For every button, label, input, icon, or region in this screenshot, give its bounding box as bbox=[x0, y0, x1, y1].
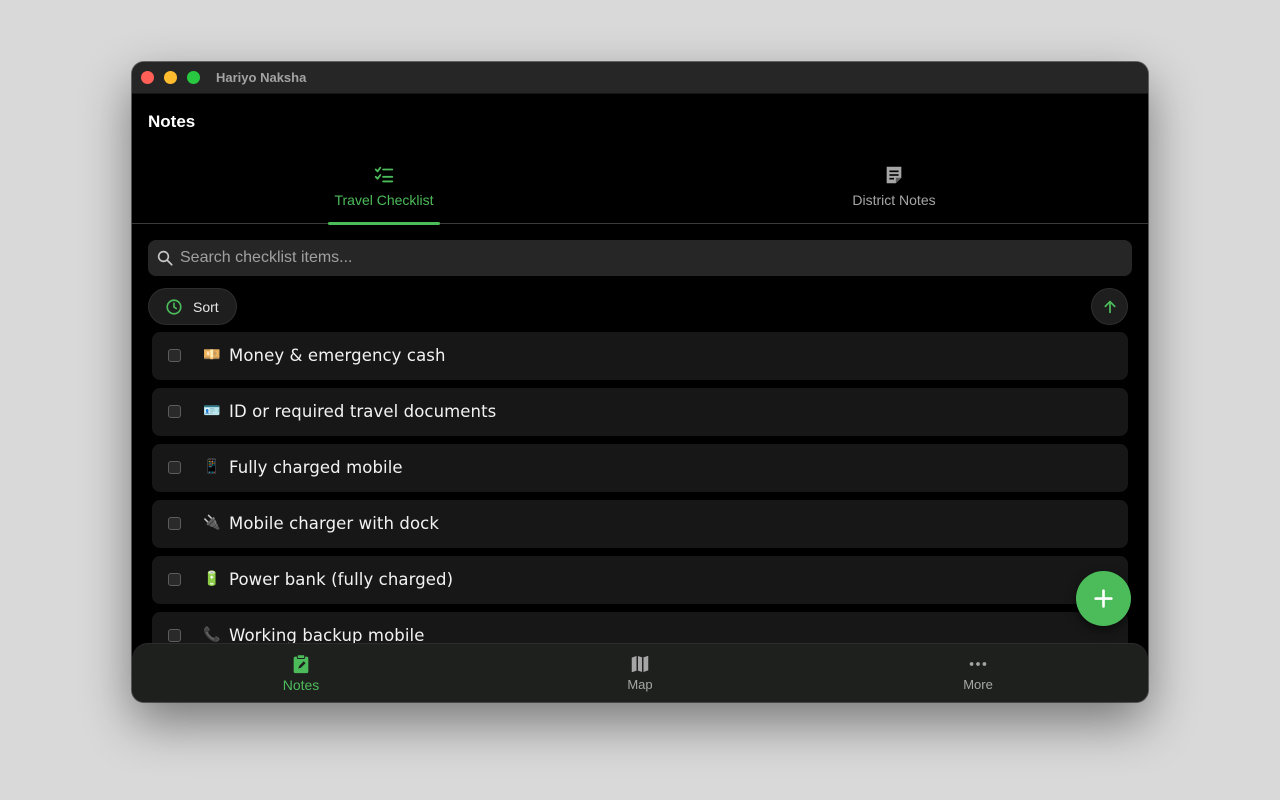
clipboard-icon bbox=[293, 654, 309, 674]
item-text: Mobile charger with dock bbox=[229, 514, 440, 533]
item-emoji: 📞 bbox=[203, 627, 221, 643]
tab-travel-checklist[interactable]: Travel Checklist bbox=[328, 162, 440, 225]
item-emoji: 📱 bbox=[203, 459, 221, 475]
item-checkbox[interactable] bbox=[168, 461, 181, 474]
arrow-up-icon bbox=[1104, 300, 1116, 314]
nav-item-map[interactable]: Map bbox=[580, 644, 700, 702]
item-text: Fully charged mobile bbox=[229, 458, 403, 477]
nav-item-notes[interactable]: Notes bbox=[241, 644, 361, 702]
sort-label: Sort bbox=[193, 299, 219, 315]
item-emoji: 💴 bbox=[203, 347, 221, 363]
title-bar[interactable]: Hariyo Naksha bbox=[132, 62, 1148, 94]
search-icon bbox=[157, 250, 173, 266]
bottom-navigation: Notes Map More bbox=[132, 643, 1148, 702]
add-item-button[interactable] bbox=[1076, 571, 1131, 626]
item-checkbox[interactable] bbox=[168, 629, 181, 642]
item-text: ID or required travel documents bbox=[229, 402, 497, 421]
active-tab-indicator bbox=[328, 222, 440, 225]
item-checkbox[interactable] bbox=[168, 517, 181, 530]
checklist[interactable]: 💴 Money & emergency cash 🪪 ID or require… bbox=[152, 332, 1128, 644]
tab-district-notes[interactable]: District Notes bbox=[832, 162, 956, 224]
more-icon bbox=[969, 662, 987, 666]
nav-label: Map bbox=[627, 677, 653, 692]
zoom-window-button[interactable] bbox=[187, 71, 200, 84]
search-bar bbox=[148, 240, 1132, 276]
tab-label: District Notes bbox=[852, 192, 936, 208]
note-icon bbox=[886, 166, 902, 184]
item-emoji: 🔌 bbox=[203, 515, 221, 531]
page-title: Notes bbox=[148, 112, 196, 131]
nav-label: More bbox=[963, 677, 993, 692]
sort-direction-button[interactable] bbox=[1091, 288, 1128, 325]
window-title: Hariyo Naksha bbox=[216, 70, 307, 85]
item-text: Working backup mobile bbox=[229, 626, 425, 644]
list-item[interactable]: 🔋 Power bank (fully charged) bbox=[152, 556, 1128, 604]
app-window: Hariyo Naksha Notes Travel Checklist Dis… bbox=[132, 62, 1148, 702]
list-item[interactable]: 🪪 ID or required travel documents bbox=[152, 388, 1128, 436]
item-text: Money & emergency cash bbox=[229, 346, 446, 365]
minimize-window-button[interactable] bbox=[164, 71, 177, 84]
tab-bar: Travel Checklist District Notes bbox=[132, 162, 1148, 225]
item-emoji: 🔋 bbox=[203, 571, 221, 587]
checklist-icon bbox=[374, 166, 394, 183]
list-item[interactable]: 📞 Working backup mobile bbox=[152, 612, 1128, 644]
list-item[interactable]: 💴 Money & emergency cash bbox=[152, 332, 1128, 380]
list-item[interactable]: 🔌 Mobile charger with dock bbox=[152, 500, 1128, 548]
item-text: Power bank (fully charged) bbox=[229, 570, 454, 589]
map-icon bbox=[631, 655, 649, 673]
list-item[interactable]: 📱 Fully charged mobile bbox=[152, 444, 1128, 492]
nav-item-more[interactable]: More bbox=[918, 644, 1038, 702]
sort-button[interactable]: Sort bbox=[148, 288, 237, 325]
item-checkbox[interactable] bbox=[168, 349, 181, 362]
clock-icon bbox=[166, 299, 182, 315]
close-window-button[interactable] bbox=[141, 71, 154, 84]
item-emoji: 🪪 bbox=[203, 403, 221, 419]
tab-label: Travel Checklist bbox=[334, 192, 434, 208]
plus-icon bbox=[1094, 589, 1113, 608]
nav-label: Notes bbox=[282, 677, 320, 693]
item-checkbox[interactable] bbox=[168, 573, 181, 586]
search-input[interactable] bbox=[180, 240, 1120, 276]
item-checkbox[interactable] bbox=[168, 405, 181, 418]
